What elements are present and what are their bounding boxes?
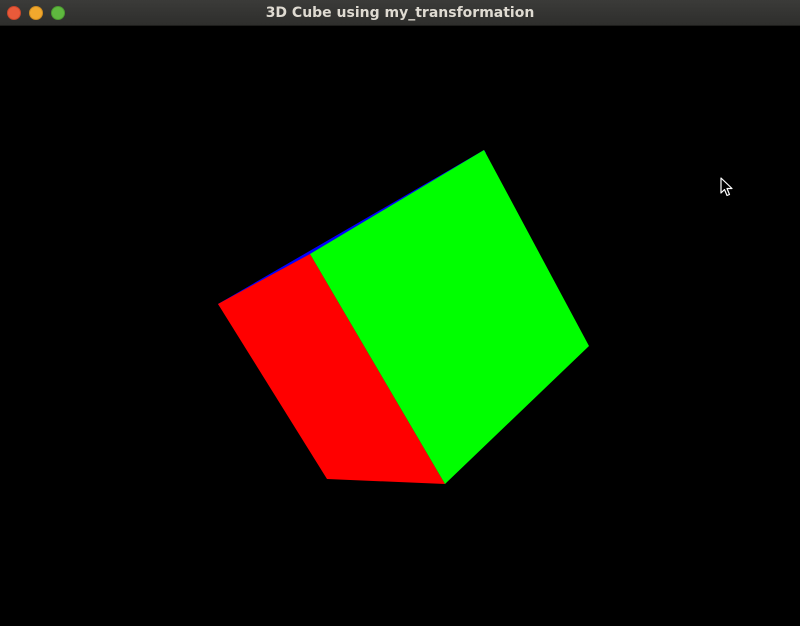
- render-canvas[interactable]: [0, 26, 800, 626]
- arrow-pointer-icon: [720, 177, 733, 197]
- cube-render: [218, 150, 589, 484]
- app-window: 3D Cube using my_transformation: [0, 0, 800, 626]
- title-bar[interactable]: 3D Cube using my_transformation: [0, 0, 800, 26]
- window-title: 3D Cube using my_transformation: [265, 5, 535, 21]
